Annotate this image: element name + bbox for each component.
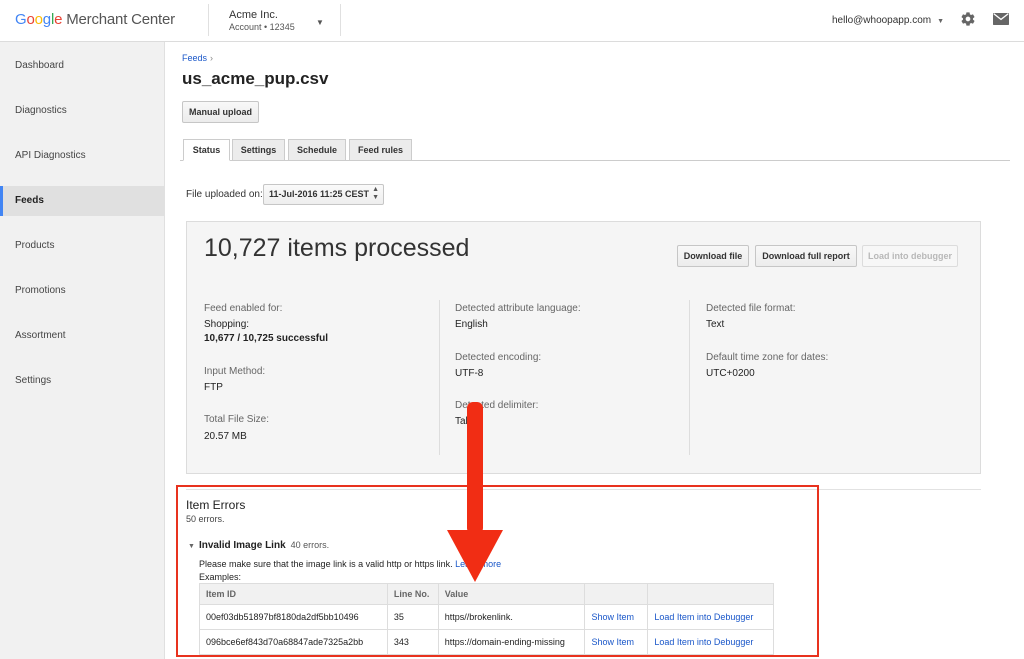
column-header-item-id: Item ID xyxy=(199,583,388,605)
tab-settings[interactable]: Settings xyxy=(232,139,285,161)
error-examples-table: Item ID Line No. Value 00ef03db51897bf81… xyxy=(199,583,774,655)
gear-icon[interactable] xyxy=(960,11,976,27)
tab-status[interactable]: Status xyxy=(183,139,230,161)
value-cell: https://domain-ending-missing xyxy=(437,629,586,655)
page-title: us_acme_pup.csv xyxy=(182,69,329,88)
select-arrows-icon: ▲ ▼ xyxy=(372,186,379,201)
timezone-value: UTC+0200 xyxy=(706,368,755,379)
item-id-cell: 00ef03db51897bf8180da2df5bb10496 xyxy=(199,604,388,630)
attribute-language-label: Detected attribute language: xyxy=(455,303,581,314)
sidebar-item-assortment[interactable]: Assortment xyxy=(0,321,165,351)
invalid-image-link-toggle[interactable]: ▼ Invalid Image Link 40 errors. xyxy=(188,540,329,551)
mail-icon[interactable] xyxy=(993,13,1009,25)
sidebar-item-promotions[interactable]: Promotions xyxy=(0,276,165,306)
sidebar-item-feeds[interactable]: Feeds xyxy=(0,186,165,216)
upload-date-select[interactable]: 11-Jul-2016 11:25 CEST ▲ ▼ xyxy=(263,184,384,205)
load-item-debugger-link[interactable]: Load Item into Debugger xyxy=(647,604,774,630)
issue-hint-text: Please make sure that the image link is … xyxy=(199,559,453,569)
table-row: 00ef03db51897bf8180da2df5bb10496 35 http… xyxy=(199,604,774,630)
sidebar-item-api-diagnostics[interactable]: API Diagnostics xyxy=(0,141,165,171)
account-switcher[interactable]: Acme Inc. Account • 12345 ▼ xyxy=(208,4,341,36)
issue-name: Invalid Image Link xyxy=(198,540,286,551)
timezone-label: Default time zone for dates: xyxy=(706,352,829,363)
sidebar-item-settings[interactable]: Settings xyxy=(0,366,165,396)
file-format-value: Text xyxy=(706,319,725,330)
sidebar-item-diagnostics[interactable]: Diagnostics xyxy=(0,96,165,126)
breadcrumb-feeds-link[interactable]: Feeds xyxy=(182,53,207,63)
items-processed-headline: 10,727 items processed xyxy=(204,234,470,262)
load-into-debugger-button[interactable]: Load into debugger xyxy=(862,245,958,267)
feed-enabled-destination: Shopping: xyxy=(204,319,250,330)
triangle-down-icon: ▼ xyxy=(188,543,195,550)
sidebar-item-dashboard[interactable]: Dashboard xyxy=(0,51,165,81)
line-no-cell: 35 xyxy=(386,604,439,630)
issue-count: 40 errors. xyxy=(290,540,330,550)
breadcrumb: Feeds › xyxy=(182,53,213,63)
user-email: hello@whoopapp.com xyxy=(832,15,932,26)
download-full-report-button[interactable]: Download full report xyxy=(755,245,857,267)
google-merchant-center-logo[interactable]: Google Merchant Center xyxy=(15,11,175,28)
breadcrumb-separator: › xyxy=(210,53,214,63)
upload-date-value: 11-Jul-2016 11:25 CEST xyxy=(269,189,370,199)
column-header-line-no: Line No. xyxy=(386,583,439,605)
load-item-debugger-link[interactable]: Load Item into Debugger xyxy=(647,629,774,655)
caret-down-icon: ▼ xyxy=(316,18,324,27)
sidebar: Dashboard Diagnostics API Diagnostics Fe… xyxy=(0,42,165,659)
item-errors-count: 50 errors. xyxy=(186,514,225,524)
table-row: 096bce6ef843d70a68847ade7325a2bb 343 htt… xyxy=(199,629,774,655)
attribute-language-value: English xyxy=(455,319,488,330)
item-id-cell: 096bce6ef843d70a68847ade7325a2bb xyxy=(199,629,388,655)
user-menu[interactable]: hello@whoopapp.com ▼ xyxy=(832,15,944,26)
examples-label: Examples: xyxy=(199,572,242,582)
column-divider xyxy=(689,300,690,455)
column-divider xyxy=(439,300,440,455)
download-file-button[interactable]: Download file xyxy=(677,245,749,267)
sidebar-item-products[interactable]: Products xyxy=(0,231,165,261)
input-method-label: Input Method: xyxy=(204,366,266,377)
feed-enabled-value: 10,677 / 10,725 successful xyxy=(204,333,328,344)
column-header-value: Value xyxy=(437,583,586,605)
file-uploaded-label: File uploaded on: xyxy=(186,189,263,200)
encoding-value: UTF-8 xyxy=(455,368,484,379)
line-no-cell: 343 xyxy=(386,629,439,655)
red-arrow-annotation xyxy=(447,402,503,582)
caret-down-icon: ▼ xyxy=(937,18,945,25)
total-file-size-value: 20.57 MB xyxy=(204,431,247,442)
file-format-label: Detected file format: xyxy=(706,303,796,314)
feed-enabled-label: Feed enabled for: xyxy=(204,303,283,314)
top-bar: Google Merchant Center Acme Inc. Account … xyxy=(0,0,1024,42)
item-errors-title: Item Errors xyxy=(186,498,246,512)
total-file-size-label: Total File Size: xyxy=(204,414,270,425)
tab-schedule[interactable]: Schedule xyxy=(288,139,346,161)
encoding-label: Detected encoding: xyxy=(455,352,542,363)
tab-feed-rules[interactable]: Feed rules xyxy=(349,139,412,161)
value-cell: https//brokenlink. xyxy=(437,604,586,630)
column-header-empty xyxy=(647,583,774,605)
input-method-value: FTP xyxy=(204,382,223,393)
column-header-empty xyxy=(584,583,649,605)
show-item-link[interactable]: Show Item xyxy=(584,604,649,630)
show-item-link[interactable]: Show Item xyxy=(584,629,649,655)
table-header-row: Item ID Line No. Value xyxy=(199,583,774,605)
manual-upload-button[interactable]: Manual upload xyxy=(182,101,259,123)
